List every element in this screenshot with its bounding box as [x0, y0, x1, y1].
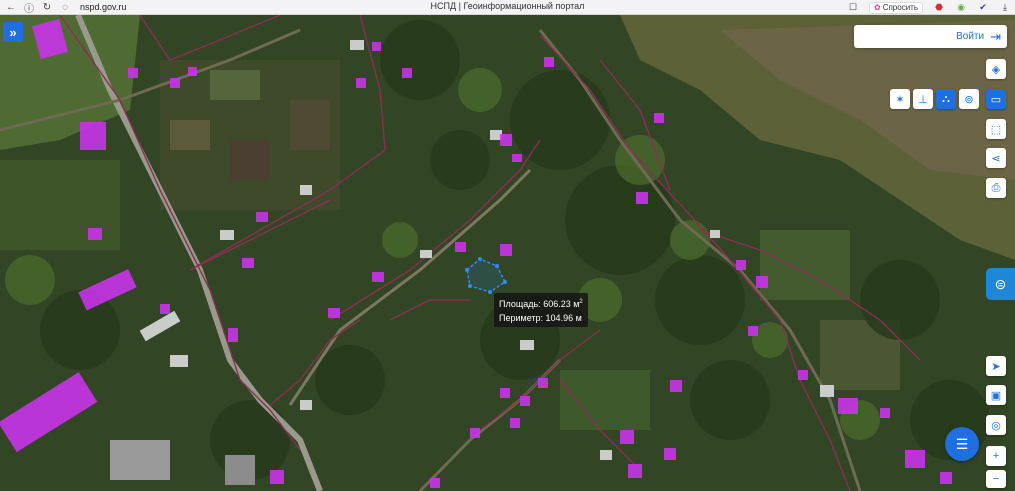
side-panel-tab[interactable]: ⊜ — [986, 268, 1015, 300]
map-canvas — [0, 15, 1015, 491]
zoom-in-icon: + — [992, 450, 1000, 462]
share-button[interactable]: ⋖ — [986, 148, 1006, 168]
area-value: 606.23 м — [543, 299, 580, 309]
line-measure-button[interactable]: ⊥ — [913, 89, 933, 109]
shield-icon: ◌ — [62, 1, 68, 13]
ask-label: Спросить — [882, 3, 918, 12]
share-icon: ⋖ — [991, 152, 1001, 165]
select-icon: ⬚ — [990, 123, 1002, 136]
login-button[interactable]: Войти ⇥ — [854, 25, 1007, 48]
area-row: Площадь: 606.23 м2 — [499, 295, 583, 311]
circle-measure-button[interactable]: ⊚ — [959, 89, 979, 109]
extension-icon[interactable]: ⬣ — [933, 2, 945, 14]
perimeter-label: Периметр: — [499, 313, 544, 323]
back-icon[interactable]: ← — [4, 0, 18, 14]
print-button[interactable]: ⎙ — [986, 178, 1006, 198]
download-icon[interactable]: ⤓ — [999, 2, 1011, 14]
layers-icon: ◈ — [991, 63, 1001, 76]
circle-measure-icon: ⊚ — [964, 93, 974, 106]
measurement-tooltip: Площадь: 606.23 м2 Периметр: 104.96 м — [494, 293, 588, 327]
select-area-button[interactable]: ⬚ — [986, 119, 1006, 139]
chat-button[interactable]: ☰ — [945, 427, 979, 461]
screen-button[interactable]: ▣ — [986, 385, 1006, 405]
extension-icon-3[interactable]: ✔ — [977, 2, 989, 14]
point-tool-button[interactable]: ✶ — [890, 89, 910, 109]
gps-button[interactable]: ◎ — [986, 415, 1006, 435]
satellite-map[interactable] — [0, 15, 1015, 491]
point-icon: ✶ — [895, 93, 905, 106]
zoom-out-button[interactable]: − — [986, 470, 1006, 488]
info-icon[interactable]: ⓘ — [22, 0, 36, 15]
navigate-button[interactable]: ➤ — [986, 356, 1006, 376]
zoom-out-icon: − — [992, 473, 1000, 485]
area-measure-icon: ⛬ — [942, 92, 950, 105]
panel-icon: ⊜ — [994, 275, 1007, 292]
browser-toolbar: ← ⓘ ↻ ◌ nspd.gov.ru НСПД | Геоинформацио… — [0, 0, 1015, 15]
area-measure-button[interactable]: ⛬ — [936, 89, 956, 109]
gps-icon: ◎ — [991, 419, 1001, 432]
navigate-icon: ➤ — [991, 360, 1001, 373]
login-icon: ⇥ — [990, 28, 1001, 44]
perimeter-row: Периметр: 104.96 м — [499, 311, 583, 325]
expand-sidebar-button[interactable]: » — [3, 22, 23, 42]
ruler-icon: ▭ — [990, 93, 1002, 106]
ask-icon: ✿ — [873, 3, 881, 12]
reload-icon[interactable]: ↻ — [40, 0, 54, 14]
line-measure-icon: ⊥ — [918, 93, 928, 106]
address-bar[interactable]: nspd.gov.ru — [80, 2, 126, 12]
layers-button[interactable]: ◈ — [986, 59, 1006, 79]
login-label: Войти — [956, 31, 985, 42]
perimeter-value: 104.96 м — [545, 313, 582, 323]
ask-button[interactable]: ✿ Спросить — [868, 1, 923, 14]
area-label: Площадь: — [499, 299, 541, 309]
chat-icon: ☰ — [955, 435, 969, 452]
expand-icon: » — [9, 24, 17, 40]
area-sup: 2 — [579, 299, 583, 305]
bookmark-icon[interactable]: ☐ — [847, 2, 859, 14]
ruler-button[interactable]: ▭ — [986, 89, 1006, 109]
extension-icon-2[interactable]: ◉ — [955, 2, 967, 14]
print-icon: ⎙ — [991, 181, 1001, 194]
zoom-in-button[interactable]: + — [986, 446, 1006, 466]
screen-icon: ▣ — [990, 389, 1002, 402]
